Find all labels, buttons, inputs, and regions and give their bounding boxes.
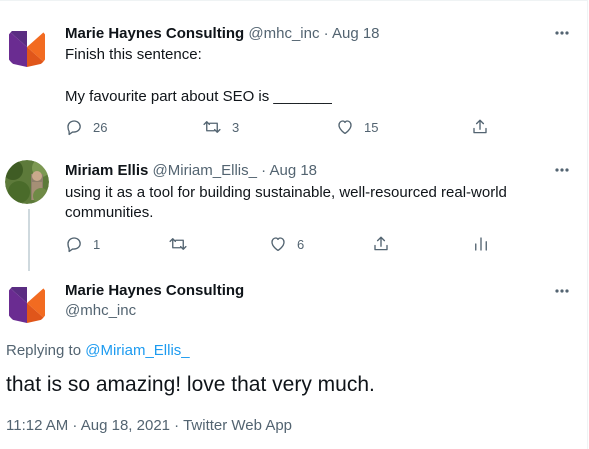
tweet-2[interactable]: Miriam Ellis @Miriam_Ellis_ · Aug 18 usi… [0, 146, 587, 271]
author-name[interactable]: Marie Haynes Consulting [65, 282, 244, 299]
tweet-1-line-1: Finish this sentence: [65, 46, 202, 63]
more-icon[interactable] [552, 23, 572, 43]
focused-tweet-text: that is so amazing! love that very much. [6, 373, 375, 396]
more-icon[interactable] [552, 281, 572, 301]
reply-button[interactable]: 1 [65, 235, 100, 253]
share-icon [374, 236, 388, 251]
retweet-button[interactable]: 3 [202, 118, 239, 136]
author-handle[interactable]: @Miriam_Ellis_ [153, 162, 257, 179]
tweet-1[interactable]: Marie Haynes Consulting @mhc_inc · Aug 1… [0, 1, 587, 146]
share-icon [473, 119, 487, 134]
reply-count: 26 [93, 119, 108, 135]
replying-to-link[interactable]: @Miriam_Ellis_ [85, 342, 189, 359]
like-icon [338, 120, 352, 135]
tweet-1-line-2: My favourite part about SEO is _______ [65, 88, 332, 105]
avatar-mhc[interactable] [5, 281, 49, 325]
tweet-timestamp[interactable]: 11:12 AM · Aug 18, 2021 · Twitter Web Ap… [6, 417, 292, 434]
focused-author-handle[interactable]: @mhc_inc [65, 302, 136, 319]
share-button[interactable] [471, 118, 489, 136]
like-count: 15 [364, 119, 379, 135]
like-button[interactable]: 6 [269, 235, 304, 253]
tweet-2-line-1: using it as a tool for building sustaina… [65, 184, 507, 201]
more-icon[interactable] [552, 160, 572, 180]
analytics-button[interactable] [472, 235, 490, 253]
mhc-logo-icon [5, 281, 49, 325]
reply-count: 1 [93, 236, 101, 252]
tweet-1-header: Marie Haynes Consulting @mhc_inc · Aug 1… [65, 25, 380, 42]
avatar-miriam[interactable] [5, 160, 49, 204]
tweet-2-line-2: communities. [65, 204, 154, 221]
analytics-icon [475, 237, 487, 251]
separator: · [261, 162, 267, 179]
replying-to: Replying to @Miriam_Ellis_ [6, 342, 190, 359]
author-handle[interactable]: @mhc_inc [248, 25, 319, 42]
reply-icon [67, 237, 81, 253]
like-button[interactable]: 15 [336, 118, 378, 136]
retweet-count: 3 [232, 119, 240, 135]
separator: · [323, 25, 329, 42]
avatar-mhc[interactable] [5, 25, 49, 69]
share-button[interactable] [372, 235, 390, 253]
retweet-icon [169, 238, 187, 250]
retweet-icon [203, 121, 221, 133]
like-icon [271, 237, 285, 252]
tweet-date[interactable]: Aug 18 [332, 25, 380, 42]
focused-author-name[interactable]: Marie Haynes Consulting [65, 282, 244, 299]
author-name[interactable]: Miriam Ellis [65, 162, 148, 179]
author-name[interactable]: Marie Haynes Consulting [65, 25, 244, 42]
retweet-button[interactable] [168, 235, 188, 253]
tweet-thread: Marie Haynes Consulting @mhc_inc · Aug 1… [0, 0, 588, 449]
tweet-date[interactable]: Aug 18 [269, 162, 317, 179]
tweet-2-header: Miriam Ellis @Miriam_Ellis_ · Aug 18 [65, 162, 317, 179]
reply-icon [67, 120, 81, 136]
miriam-photo-icon [5, 160, 49, 204]
like-count: 6 [297, 236, 305, 252]
reply-button[interactable]: 26 [65, 118, 107, 136]
replying-prefix: Replying to [6, 342, 82, 359]
mhc-logo-icon [5, 25, 49, 69]
